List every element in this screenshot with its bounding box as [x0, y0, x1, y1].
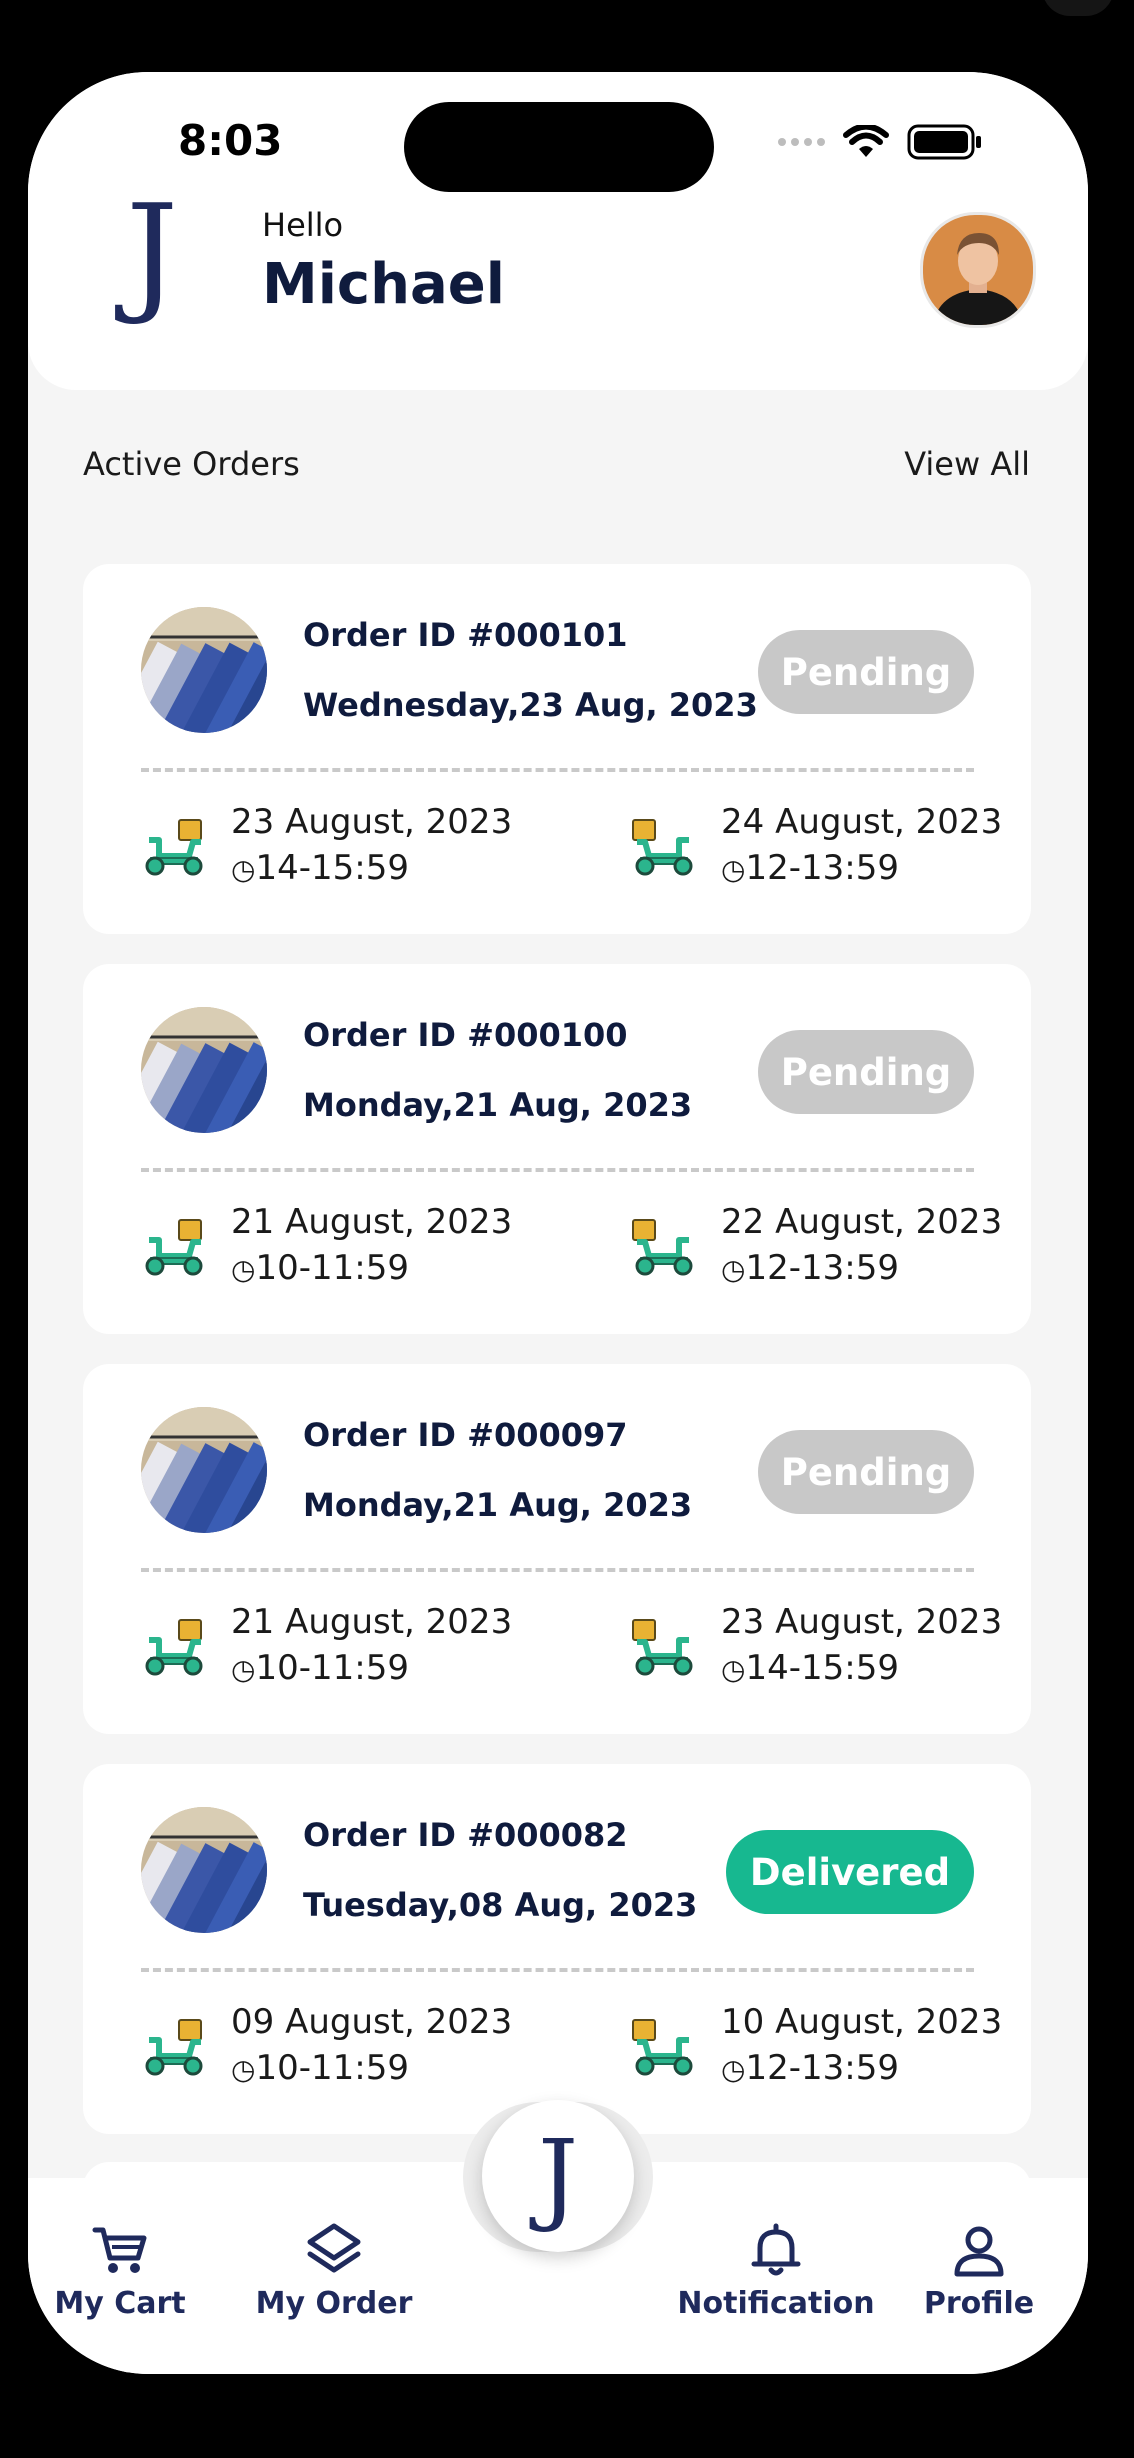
pickup-time: ◷10-11:59 [231, 2048, 409, 2088]
clock-icon: ◷ [721, 1253, 746, 1286]
clock-icon: ◷ [231, 853, 256, 886]
order-id: Order ID #000097 [303, 1416, 628, 1454]
delivery-date: 10 August, 2023 [721, 2002, 1003, 2042]
status-time: 8:03 [178, 116, 283, 165]
order-card[interactable]: Order ID #000097 Monday,21 Aug, 2023 Pen… [83, 1364, 1031, 1734]
dynamic-island [404, 102, 714, 192]
divider [141, 1968, 974, 1972]
scooter-icon [145, 1619, 203, 1676]
header: 8:03 J Hello Michael [28, 72, 1088, 390]
avatar[interactable] [920, 212, 1036, 328]
divider [141, 768, 974, 772]
scooter-icon [632, 1619, 693, 1676]
order-id: Order ID #000100 [303, 1016, 628, 1054]
user-name: Michael [262, 252, 505, 317]
clock-icon: ◷ [231, 1653, 256, 1686]
scooter-icon [632, 1219, 693, 1276]
delivery-time: ◷14-15:59 [721, 1648, 899, 1688]
pickup-date: 21 August, 2023 [231, 1602, 513, 1642]
delivery-date: 22 August, 2023 [721, 1202, 1003, 1242]
clock-icon: ◷ [721, 1653, 746, 1686]
order-card[interactable]: Order ID #000082 Tuesday,08 Aug, 2023 De… [83, 1764, 1031, 2134]
pickup-date: 23 August, 2023 [231, 802, 513, 842]
scooter-icon [632, 2019, 693, 2076]
status-badge: Pending [758, 1030, 974, 1114]
order-thumbnail [141, 607, 267, 733]
greeting: Hello [262, 206, 344, 244]
order-date: Monday,21 Aug, 2023 [303, 1486, 693, 1524]
order-card[interactable]: Order ID #000101 Wednesday,23 Aug, 2023 … [83, 564, 1031, 934]
view-all-link[interactable]: View All [904, 445, 1030, 483]
pickup-time: ◷10-11:59 [231, 1248, 409, 1288]
order-date: Wednesday,23 Aug, 2023 [303, 686, 758, 724]
divider [141, 1168, 974, 1172]
tab-profile-label: Profile [923, 2286, 1035, 2321]
delivery-date: 24 August, 2023 [721, 802, 1003, 842]
battery-icon [907, 124, 981, 160]
clock-icon: ◷ [231, 1253, 256, 1286]
tab-my-cart[interactable]: My Cart [50, 2220, 190, 2321]
scooter-icon [145, 819, 203, 876]
bell-icon [751, 2223, 801, 2276]
pickup-date: 09 August, 2023 [231, 2002, 513, 2042]
order-thumbnail [141, 1007, 267, 1133]
phone-screen: 8:03 J Hello Michael Active Orders View … [28, 72, 1088, 2374]
brand-logo: J [126, 176, 179, 328]
order-card[interactable]: Order ID #000100 Monday,21 Aug, 2023 Pen… [83, 964, 1031, 1334]
wifi-icon [843, 125, 889, 157]
delivery-time: ◷12-13:59 [721, 1248, 899, 1288]
status-icons [778, 124, 983, 160]
signal-icon [778, 138, 825, 146]
scooter-icon [145, 1219, 203, 1276]
tab-profile[interactable]: Profile [914, 2220, 1044, 2321]
tab-my-order[interactable]: My Order [254, 2220, 414, 2321]
active-orders-title: Active Orders [83, 445, 300, 483]
delivery-time: ◷12-13:59 [721, 848, 899, 888]
clock-icon: ◷ [231, 2053, 256, 2086]
corner-button [1042, 0, 1114, 16]
tab-my-cart-label: My Cart [54, 2286, 186, 2321]
status-badge: Pending [758, 630, 974, 714]
clock-icon: ◷ [721, 853, 746, 886]
tab-notification-label: Notification [677, 2286, 875, 2321]
delivery-time: ◷12-13:59 [721, 2048, 899, 2088]
scooter-icon [632, 819, 693, 876]
divider [141, 1568, 974, 1572]
pickup-time: ◷14-15:59 [231, 848, 409, 888]
delivery-date: 23 August, 2023 [721, 1602, 1003, 1642]
order-thumbnail [141, 1807, 267, 1933]
status-badge: Pending [758, 1430, 974, 1514]
order-thumbnail [141, 1407, 267, 1533]
tab-notification[interactable]: Notification [676, 2220, 876, 2321]
status-badge: Delivered [726, 1830, 974, 1914]
user-icon [954, 2226, 1004, 2277]
layers-icon [307, 2223, 361, 2273]
tab-my-order-label: My Order [255, 2286, 413, 2321]
cart-icon [92, 2227, 147, 2273]
center-home-button[interactable]: J [482, 2100, 634, 2252]
order-id: Order ID #000082 [303, 1816, 628, 1854]
clock-icon: ◷ [721, 2053, 746, 2086]
order-date: Tuesday,08 Aug, 2023 [303, 1886, 698, 1924]
pickup-date: 21 August, 2023 [231, 1202, 513, 1242]
scooter-icon [145, 2019, 203, 2076]
pickup-time: ◷10-11:59 [231, 1648, 409, 1688]
order-id: Order ID #000101 [303, 616, 628, 654]
order-date: Monday,21 Aug, 2023 [303, 1086, 693, 1124]
